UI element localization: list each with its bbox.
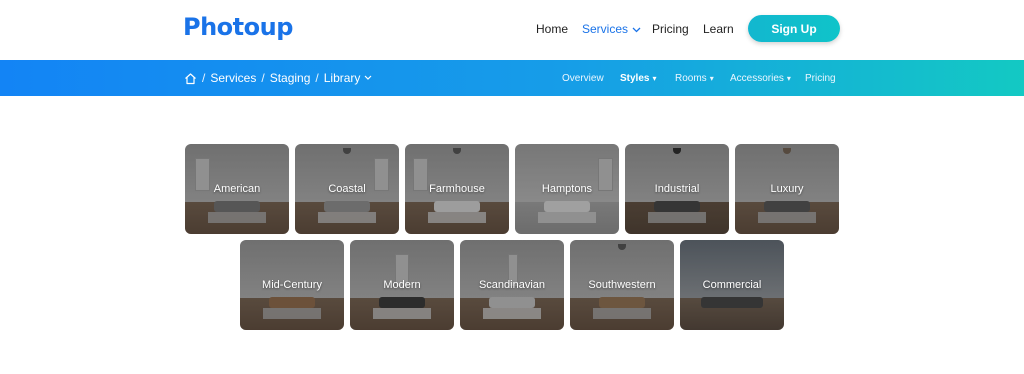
style-card-modern[interactable]: Modern: [350, 240, 454, 330]
style-card-label: Luxury: [770, 183, 804, 195]
style-card-label: Modern: [383, 279, 421, 291]
chevron-down-icon: ▾: [709, 73, 714, 83]
breadcrumb: / Services / Staging / Library: [184, 60, 372, 96]
subnav-pricing-label: Pricing: [805, 72, 836, 84]
subnav-accessories[interactable]: Accessories ▾: [730, 60, 791, 96]
style-card-label: Hamptons: [541, 183, 593, 195]
subnav-rooms[interactable]: Rooms ▾: [675, 60, 714, 96]
style-card-label: Industrial: [654, 183, 700, 195]
nav-services-label: Services: [582, 22, 629, 36]
sub-navigation-band: / Services / Staging / Library Overview …: [0, 60, 1024, 96]
chevron-down-icon: [632, 22, 641, 36]
chevron-down-icon: ▾: [786, 73, 791, 83]
style-card-mid-century[interactable]: Mid-Century: [240, 240, 344, 330]
breadcrumb-library[interactable]: Library: [324, 71, 361, 85]
nav-home-label: Home: [536, 22, 569, 36]
subnav-pricing[interactable]: Pricing: [805, 60, 836, 96]
style-card-luxury[interactable]: Luxury: [735, 144, 839, 234]
style-card-label: Coastal: [328, 183, 366, 195]
subnav-accessories-label: Accessories: [730, 72, 784, 84]
style-card-label: Farmhouse: [429, 183, 485, 195]
nav-services[interactable]: Services: [582, 0, 641, 58]
subnav-overview[interactable]: Overview: [562, 60, 604, 96]
style-card-label: Mid-Century: [262, 279, 322, 291]
chevron-down-icon[interactable]: [364, 75, 372, 81]
nav-learn-label: Learn: [703, 22, 734, 36]
style-card-industrial[interactable]: Industrial: [625, 144, 729, 234]
style-card-farmhouse[interactable]: Farmhouse: [405, 144, 509, 234]
subnav-styles[interactable]: Styles ▾: [620, 60, 656, 96]
subnav-overview-label: Overview: [562, 72, 604, 84]
breadcrumb-staging[interactable]: Staging: [270, 71, 311, 85]
breadcrumb-separator: /: [261, 71, 265, 85]
nav-pricing-label: Pricing: [652, 22, 689, 36]
nav-learn[interactable]: Learn: [703, 0, 734, 58]
breadcrumb-separator: /: [202, 71, 206, 85]
style-card-label: American: [213, 183, 261, 195]
nav-pricing[interactable]: Pricing: [652, 0, 689, 58]
home-icon[interactable]: [184, 72, 197, 85]
style-card-label: Commercial: [702, 279, 762, 291]
subnav-rooms-label: Rooms: [675, 72, 707, 84]
signup-button[interactable]: Sign Up: [748, 15, 840, 42]
chevron-down-icon: ▾: [652, 73, 657, 83]
style-card-label: Southwestern: [588, 279, 656, 291]
subnav-styles-label: Styles: [620, 72, 650, 84]
top-header: Photoup Home Services Pricing Learn Sign…: [0, 0, 1024, 60]
nav-home[interactable]: Home: [536, 0, 568, 58]
style-card-southwestern[interactable]: Southwestern: [570, 240, 674, 330]
style-card-american[interactable]: American: [185, 144, 289, 234]
style-card-coastal[interactable]: Coastal: [295, 144, 399, 234]
style-card-hamptons[interactable]: Hamptons: [515, 144, 619, 234]
style-card-label: Scandinavian: [478, 279, 546, 291]
breadcrumb-separator: /: [315, 71, 319, 85]
signup-label: Sign Up: [771, 21, 817, 36]
logo[interactable]: Photoup: [183, 13, 293, 41]
breadcrumb-services[interactable]: Services: [210, 71, 256, 85]
style-card-scandinavian[interactable]: Scandinavian: [460, 240, 564, 330]
style-card-commercial[interactable]: Commercial: [680, 240, 784, 330]
